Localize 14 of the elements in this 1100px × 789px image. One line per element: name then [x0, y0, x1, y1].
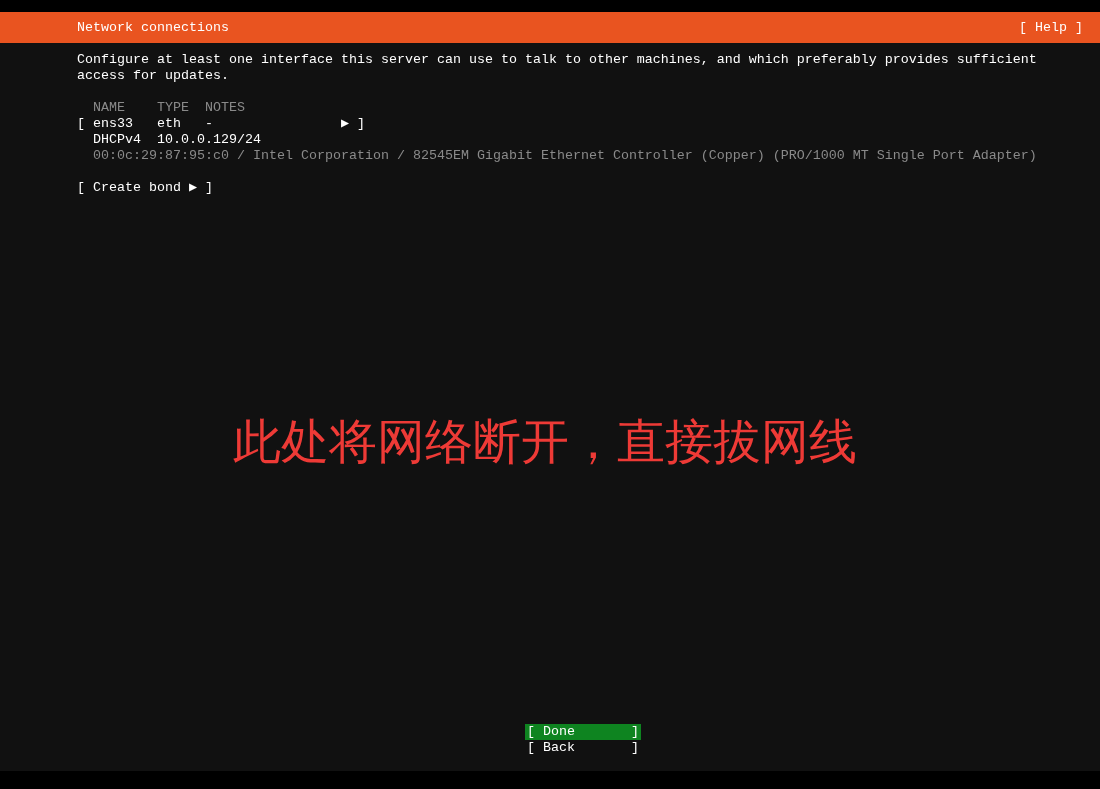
address-method: DHCPv4 [93, 132, 142, 148]
column-header: NAME [93, 100, 126, 116]
description-text: Configure at least one interface this server can use to talk to other machines, and which preferably provides sufficient access for updates. [77, 52, 1038, 84]
help-button[interactable]: [ Help ] [1019, 19, 1083, 36]
interface-row[interactable]: [ ens33 eth - ▶ ] [77, 116, 365, 132]
column-header: NOTES [204, 100, 245, 116]
interface-details: 00:0c:29:87:95:c0 / Intel Corporation / 82545EM Gigabit Ethernet Controller (Copper) (PRO/1000 MT Single Port Adapter) [93, 148, 1037, 164]
screen-title: Network connections [77, 19, 229, 36]
ip-address: 10.0.0.129/24 [157, 132, 261, 148]
back-button[interactable]: [ Back ] [525, 740, 641, 756]
done-button[interactable]: [ Done ] [525, 724, 641, 740]
annotation-text: 此处将网络断开，直接拔网线 [233, 415, 857, 467]
column-header: TYPE [157, 100, 190, 116]
create-bond-button[interactable]: [ Create bond ▶ ] [77, 180, 213, 196]
